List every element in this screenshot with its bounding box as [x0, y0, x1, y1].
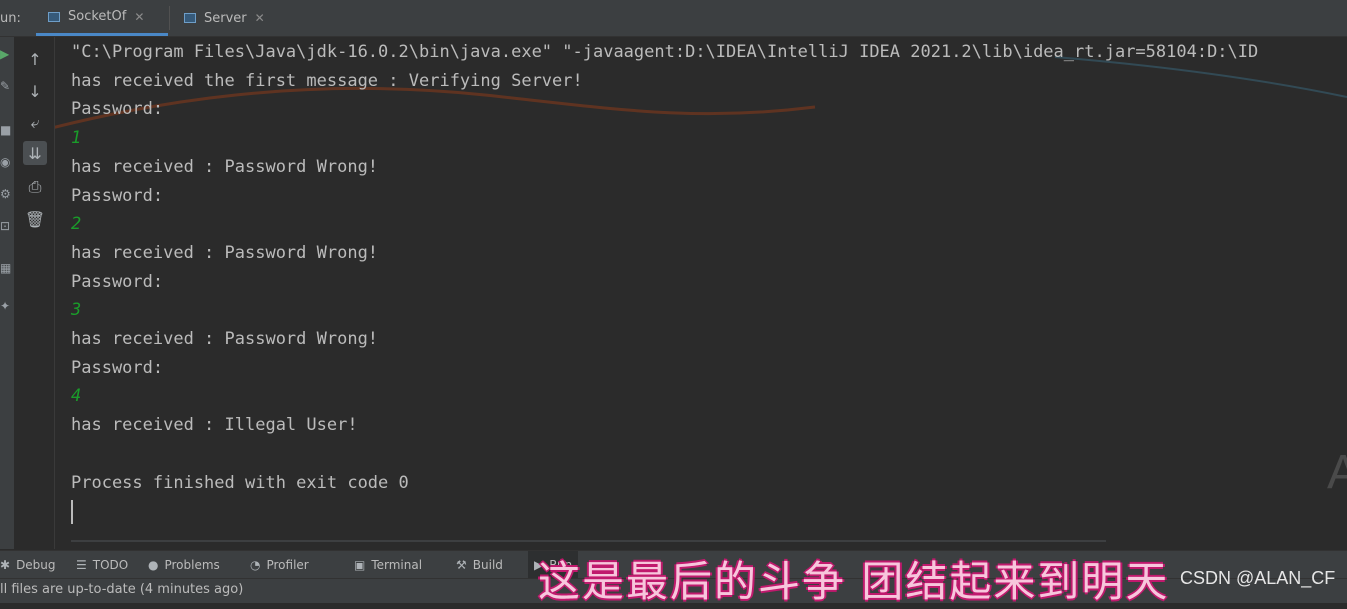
console-output-line: Password:	[71, 271, 164, 292]
run-label: un:	[0, 11, 21, 26]
console-input-line: 1	[71, 128, 82, 149]
horizontal-scrollbar[interactable]	[71, 540, 1106, 542]
subtitle-overlay: 这是最后的斗争 团结起来到明天	[538, 557, 1170, 606]
up-arrow-icon[interactable]: ↑	[23, 47, 47, 71]
console-toolbar: ↑ ↓ ⤶ ⇊ ⎙ 🗑	[15, 37, 55, 549]
console-input-line: 4	[71, 386, 82, 407]
csdn-watermark: CSDN @ALAN_CF	[1180, 568, 1336, 588]
status-message: ll files are up-to-date (4 minutes ago)	[0, 582, 244, 597]
exit-icon[interactable]: ⊡	[0, 219, 10, 233]
tool-todo[interactable]: ☰ TODO	[76, 551, 128, 579]
tab-server[interactable]: Server ✕	[172, 0, 284, 36]
tool-label: Profiler	[266, 558, 309, 572]
close-icon[interactable]: ✕	[134, 10, 144, 24]
tool-label: Terminal	[371, 558, 423, 572]
camera-icon[interactable]: ◉	[0, 155, 10, 169]
background-watermark: A	[1327, 446, 1347, 499]
terminal-icon: ▣	[354, 558, 366, 572]
console-output-line: has received : Password Wrong!	[71, 156, 379, 177]
console-output-line: has received the first message : Verifyi…	[71, 70, 583, 91]
console-output-line: Password:	[71, 185, 164, 206]
tool-build[interactable]: ⚒ Build	[456, 551, 503, 579]
tool-label: Debug	[16, 558, 56, 572]
text-caret	[71, 500, 73, 524]
console-output-line: Password:	[71, 357, 164, 378]
tool-problems[interactable]: ● Problems	[148, 551, 220, 579]
tool-debug[interactable]: ✱ Debug	[0, 551, 56, 579]
list-icon: ☰	[76, 558, 87, 572]
tab-label: SocketOf	[68, 9, 127, 24]
tab-socketof[interactable]: SocketOf ✕	[36, 0, 168, 36]
console-output-line: has received : Illegal User!	[71, 415, 358, 436]
console-output-line: Password:	[71, 99, 164, 120]
console-input-line: 3	[71, 300, 82, 321]
tool-label: Build	[472, 558, 503, 572]
console-icon	[48, 11, 60, 22]
settings-icon[interactable]: ⚙	[0, 187, 11, 201]
bug-icon: ✱	[0, 558, 11, 572]
run-tab-bar: un: SocketOf ✕ Server ✕	[0, 0, 1347, 37]
console-output-line: has received : Password Wrong!	[71, 329, 379, 349]
gauge-icon: ◔	[250, 558, 261, 572]
info-icon: ●	[148, 558, 159, 572]
run-controls-strip: ▶ ✎ ■ ◉ ⚙ ⊡ ▦ ✦	[0, 37, 14, 549]
tool-profiler[interactable]: ◔ Profiler	[250, 551, 309, 579]
pin-icon[interactable]: ✦	[0, 299, 10, 313]
console-output-line: has received : Password Wrong!	[71, 242, 379, 263]
tool-label: TODO	[92, 558, 129, 572]
console-icon	[184, 13, 196, 23]
scroll-to-end-icon[interactable]: ⇊	[23, 141, 47, 165]
console-output[interactable]: "C:\Program Files\Java\jdk-16.0.2\bin\ja…	[55, 37, 1347, 542]
console-output-line: Process finished with exit code 0	[71, 472, 409, 493]
tool-terminal[interactable]: ▣ Terminal	[354, 551, 422, 579]
close-icon[interactable]: ✕	[255, 11, 265, 25]
layout-icon[interactable]: ▦	[0, 261, 11, 275]
hammer-icon: ⚒	[456, 558, 467, 572]
wrench-icon[interactable]: ✎	[0, 79, 10, 93]
rerun-icon[interactable]: ▶	[0, 47, 9, 61]
console-output-line: "C:\Program Files\Java\jdk-16.0.2\bin\ja…	[71, 42, 1259, 62]
tab-label: Server	[204, 10, 247, 26]
print-icon[interactable]: ⎙	[23, 175, 47, 199]
tool-label: Problems	[164, 558, 220, 572]
console-input-line: 2	[71, 214, 82, 235]
trash-icon[interactable]: 🗑	[23, 207, 47, 231]
soft-wrap-icon[interactable]: ⤶	[23, 111, 47, 135]
down-arrow-icon[interactable]: ↓	[23, 79, 47, 103]
stop-icon[interactable]: ■	[0, 123, 11, 137]
